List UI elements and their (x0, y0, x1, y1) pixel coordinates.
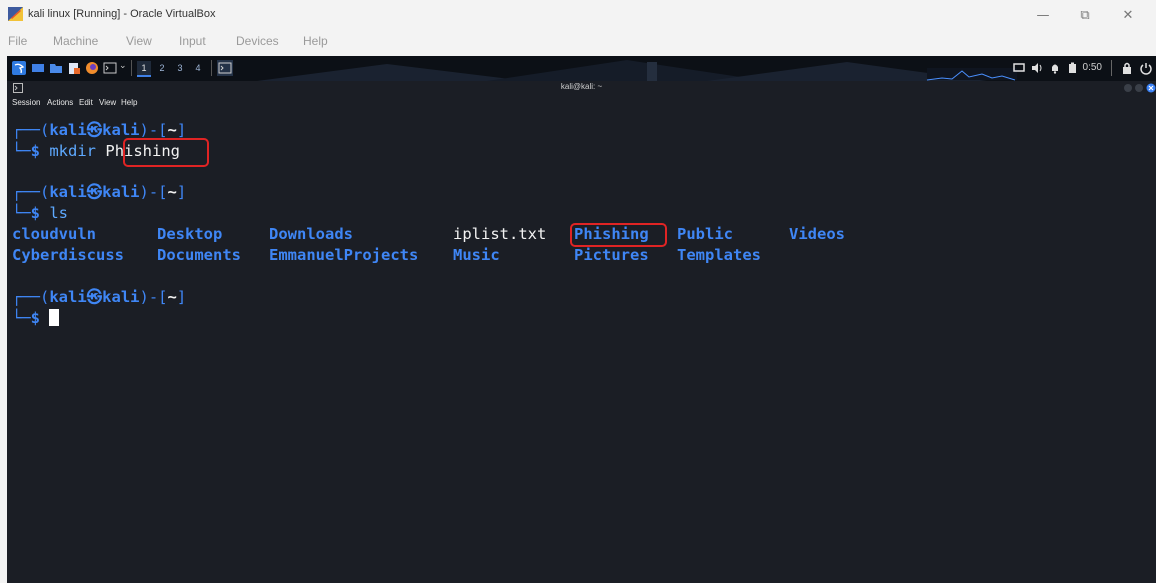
kali-menu-icon[interactable] (12, 61, 26, 75)
menu-machine[interactable]: Machine (53, 34, 98, 48)
panel-separator (131, 60, 132, 76)
prompt-line: ┌──(kali㉿kali)-[~] (12, 288, 187, 306)
workspace-3[interactable]: 3 (173, 61, 187, 75)
file-manager-icon[interactable] (49, 61, 63, 75)
menu-devices[interactable]: Devices (236, 34, 279, 48)
minimize-dot-icon[interactable] (1124, 84, 1132, 92)
ls-item: Templates (677, 246, 761, 264)
ls-item: Cyberdiscuss (12, 246, 124, 264)
highlight-box (123, 138, 209, 167)
text-cursor (49, 309, 60, 326)
terminal-menubar: Session Actions Edit View Help (7, 95, 1156, 111)
minimize-button[interactable]: — (1025, 4, 1061, 26)
terminal-taskbar-button[interactable] (217, 60, 233, 76)
firefox-icon[interactable] (85, 61, 99, 75)
power-icon[interactable] (1139, 61, 1153, 75)
prompt-line: ┌──(kali㉿kali)-[~] (12, 183, 187, 201)
terminal-close-icon[interactable] (1146, 83, 1156, 93)
ls-item: EmmanuelProjects (269, 246, 419, 264)
maximize-button[interactable]: ⧉ (1067, 4, 1103, 26)
highlight-box (570, 223, 667, 247)
ls-item: cloudvuln (12, 225, 96, 243)
virtualbox-app-icon (8, 7, 23, 21)
chevron-down-icon[interactable]: ⌄ (119, 61, 127, 71)
term-menu-help[interactable]: Help (121, 98, 137, 107)
ls-item: Public (677, 225, 733, 243)
menu-file[interactable]: File (8, 34, 27, 48)
term-menu-view[interactable]: View (99, 98, 116, 107)
terminal-titlebar: kali@kali: ~ (7, 81, 1156, 95)
lock-icon[interactable] (1120, 61, 1134, 75)
ls-item: Documents (157, 246, 241, 264)
term-menu-session[interactable]: Session (12, 98, 40, 107)
terminal-title: kali@kali: ~ (560, 82, 603, 91)
workspace-2[interactable]: 2 (155, 61, 169, 75)
ls-item: Downloads (269, 225, 353, 243)
panel-clock[interactable]: 0:50 (1083, 62, 1102, 73)
ls-item: Music (453, 246, 500, 264)
workspace-4[interactable]: 4 (191, 61, 205, 75)
ls-item: Desktop (157, 225, 223, 243)
maximize-dot-icon[interactable] (1135, 84, 1143, 92)
menu-view[interactable]: View (126, 34, 152, 48)
menu-help[interactable]: Help (303, 34, 328, 48)
command-line[interactable]: └─$ (12, 308, 60, 328)
panel-separator (1111, 60, 1112, 76)
panel-separator (211, 60, 212, 76)
workspace-1[interactable]: 1 (137, 61, 151, 77)
notification-bell-icon[interactable] (1048, 61, 1062, 75)
menu-input[interactable]: Input (179, 34, 206, 48)
ls-item: iplist.txt (453, 225, 547, 243)
volume-icon[interactable] (1030, 61, 1044, 75)
battery-icon[interactable] (1065, 61, 1079, 75)
term-menu-actions[interactable]: Actions (47, 98, 73, 107)
term-menu-edit[interactable]: Edit (79, 98, 93, 107)
ls-item: Pictures (574, 246, 649, 264)
terminal-window: kali@kali: ~ Session Actions Edit View H… (7, 81, 1156, 583)
ls-item: Videos (789, 225, 845, 243)
vbox-titlebar: kali linux [Running] - Oracle VirtualBox… (0, 0, 1156, 30)
command-line: └─$ ls (12, 204, 69, 222)
text-editor-icon[interactable] (67, 61, 81, 75)
terminal-launcher-icon[interactable] (103, 61, 117, 75)
display-icon[interactable] (1012, 61, 1026, 75)
terminal-output[interactable]: ┌──(kali㉿kali)-[~] └─$ mkdir Phishing ┌─… (7, 111, 1156, 583)
xfce-panel: ⌄ 1 2 3 4 0:50 (7, 56, 1156, 81)
close-button[interactable]: ✕ (1110, 4, 1146, 26)
window-title: kali linux [Running] - Oracle VirtualBox (28, 8, 216, 20)
prompt-line: ┌──(kali㉿kali)-[~] (12, 121, 187, 139)
show-desktop-icon[interactable] (31, 61, 45, 75)
guest-screen: ⌄ 1 2 3 4 0:50 kali@kali: ~ Session Acti… (7, 56, 1156, 583)
vbox-menubar: File Machine View Input Devices Help (0, 30, 1156, 54)
